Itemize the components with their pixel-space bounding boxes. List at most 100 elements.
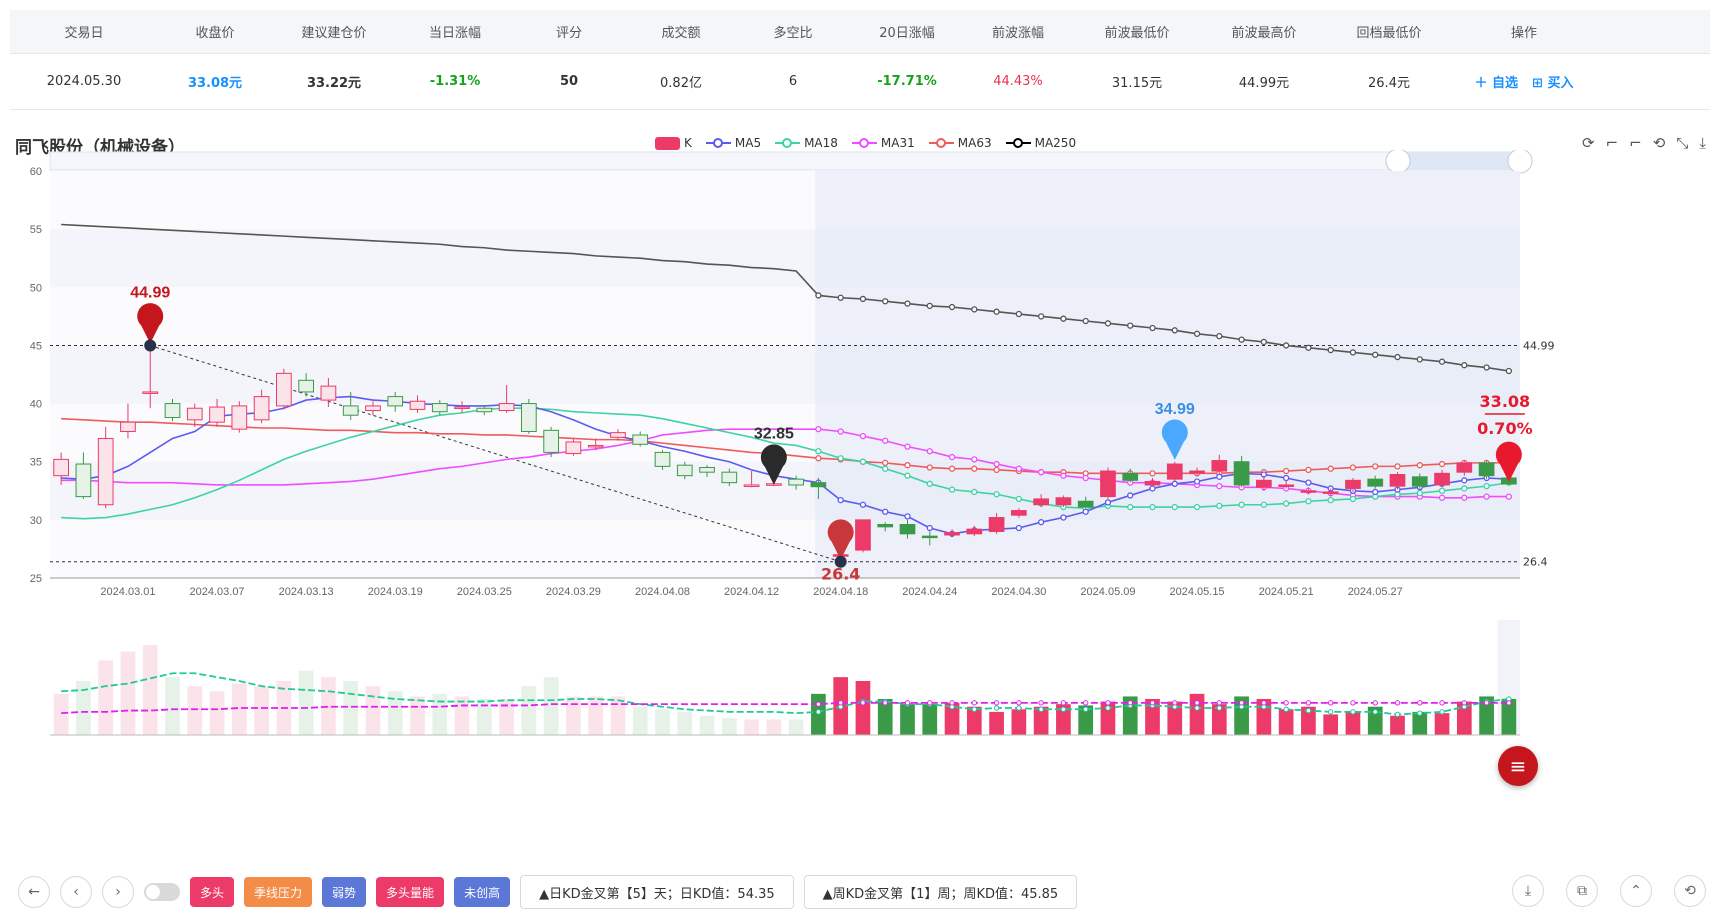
signal-tag[interactable]: 未创高 (454, 877, 511, 907)
prev-button[interactable]: ‹ (60, 876, 92, 908)
row-cell: 26.4元 (1368, 76, 1410, 91)
chart-legend: K MA5 MA18 MA31 MA63 MA250 (655, 136, 1076, 150)
candle (276, 372, 292, 407)
ma63-line-point (1149, 470, 1156, 477)
ma18-line-point (1438, 487, 1446, 494)
legend-item-ma5[interactable]: MA5 (705, 136, 761, 150)
y-tick-label: 50 (30, 282, 42, 294)
ma63-line-point (948, 465, 956, 472)
y-tick-label: 40 (30, 399, 42, 411)
copy-icon[interactable]: ⧉ (1566, 875, 1598, 907)
volume-bar (142, 645, 158, 735)
ma18-line-point (1193, 503, 1201, 511)
ma250-line-point (1238, 336, 1245, 343)
volume-ma-line-2-point (1149, 700, 1156, 706)
ma31-line-point (882, 437, 889, 444)
candle (142, 391, 159, 394)
ma250-line-point (926, 302, 933, 310)
scroll-top-icon[interactable]: ⌃ (1620, 875, 1652, 907)
candle (721, 471, 738, 484)
volume-bar (1189, 693, 1205, 735)
y-tick-label: 35 (30, 457, 42, 469)
x-tick-label: 2024.05.21 (1259, 586, 1314, 598)
volume-bar (632, 706, 648, 735)
volume-ma-line-2-point (949, 700, 955, 706)
volume-bar (254, 686, 269, 735)
ma250-line-point (1260, 338, 1268, 346)
ma5-line-point (1104, 499, 1112, 506)
ma63-line-point (815, 455, 822, 462)
candle (1256, 479, 1272, 488)
legend-item-ma250[interactable]: MA250 (1005, 136, 1076, 150)
legend-item-ma31[interactable]: MA31 (851, 136, 915, 150)
volume-bar (432, 693, 448, 735)
menu-fab-button[interactable]: ≡ (1498, 746, 1538, 786)
ma63-line-point (993, 466, 1000, 474)
volume-ma-line-1-point (1305, 707, 1312, 714)
right-buttons: ⤓ ⧉ ⌃ ⟲ (1512, 875, 1706, 907)
volume-bar (677, 711, 693, 735)
ma250-line-point (1438, 358, 1446, 365)
volume-ma-line-2-point (837, 700, 844, 706)
ma18-line-point (1238, 501, 1245, 508)
ma31-line-point (859, 432, 867, 440)
legend-item-k[interactable]: K (655, 136, 692, 150)
volume-ma-line-1-point (1350, 709, 1356, 715)
ma250-line-point (1305, 344, 1312, 351)
x-tick-label: 2024.05.09 (1080, 586, 1135, 598)
volume-ma-line-2-point (1194, 700, 1200, 706)
candle (1100, 470, 1116, 498)
header-cell: 回档最低价 (1356, 26, 1422, 41)
candle (186, 407, 203, 421)
ma5-line-point (1060, 514, 1067, 521)
header-cell: 评分 (555, 26, 582, 41)
mid-marker-label: 32.85 (754, 426, 794, 443)
volume-bar (53, 693, 69, 735)
volume-ma-line-1-point (1016, 705, 1022, 711)
legend-item-ma63[interactable]: MA63 (928, 136, 992, 150)
candle (676, 464, 693, 477)
candle (810, 482, 827, 488)
ma31-line-point (815, 426, 822, 433)
actions-cell: ＋ 自选 ⊞ 买入 (1454, 72, 1594, 91)
selection-region (815, 171, 1520, 578)
candle (944, 532, 960, 536)
signal-tag[interactable]: 弱势 (322, 877, 367, 907)
volume-ma-line-1-point (1216, 705, 1223, 711)
ma31-line-point (1060, 472, 1067, 479)
back-button[interactable]: ← (18, 876, 50, 908)
header-cell: 前波最低价 (1104, 26, 1170, 41)
ma63-line-point (1282, 467, 1290, 475)
signal-tag[interactable]: 多头 (190, 877, 235, 907)
volume-bar (566, 696, 581, 735)
candle (1322, 491, 1339, 494)
volume-ma-line-1-point (1082, 706, 1089, 712)
ma18-line-point (993, 491, 1000, 498)
candle (1478, 462, 1495, 477)
signal-tag[interactable]: 季线压力 (244, 877, 313, 907)
header-cell: 建议建仓价 (301, 26, 367, 41)
add-watchlist-button[interactable]: ＋ 自选 (1475, 72, 1519, 91)
download-icon[interactable]: ⤓ (1512, 875, 1544, 907)
candle (699, 467, 715, 473)
table-row: 2024.05.30 33.08元 33.22元 -1.31% 50 0.82亿 6 -17.… (10, 54, 1710, 110)
ma18-line-point (1015, 495, 1023, 503)
volume-bar (543, 677, 559, 735)
ma63-line-point (1349, 464, 1357, 471)
ma250-line-point (1082, 317, 1089, 325)
header-cell: 成交额 (661, 26, 701, 41)
candle (1189, 470, 1205, 474)
toggle-switch[interactable] (144, 883, 180, 901)
refresh-icon[interactable]: ⟲ (1674, 875, 1706, 907)
kline-chart[interactable]: 60 55 50 45 40 35 30 25 2024.03.01 2024.03.07 2024… (0, 150, 1720, 750)
volume-ma-line-1-point (971, 706, 978, 712)
signal-tag[interactable]: 多头量能 (376, 877, 445, 907)
volume-ma-line-2-point (993, 700, 1000, 706)
next-button[interactable]: › (102, 876, 134, 908)
legend-item-ma18[interactable]: MA18 (775, 136, 838, 150)
volume-bar (1390, 715, 1405, 735)
volume-bar (120, 651, 136, 735)
buy-button[interactable]: ⊞ 买入 (1532, 72, 1573, 91)
row-cell: 33.08元 (187, 76, 243, 91)
ma250-line-point (1349, 349, 1357, 356)
